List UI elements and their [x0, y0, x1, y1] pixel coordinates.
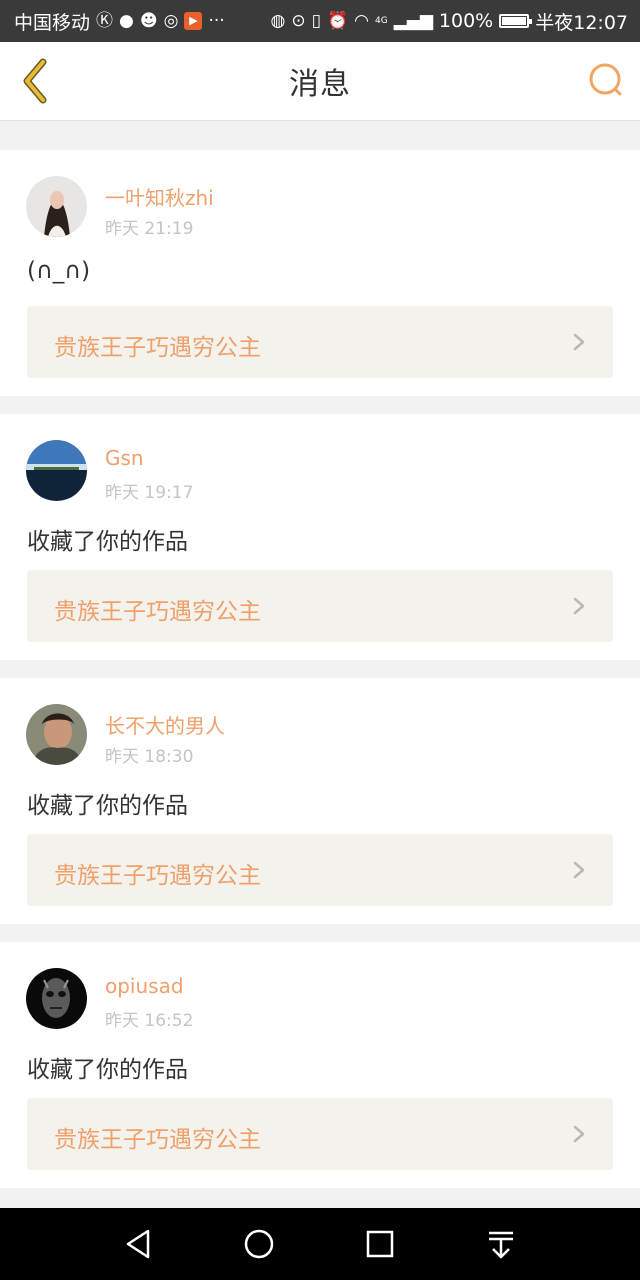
chevron-right-icon [573, 597, 585, 615]
carrier-name: 中国移动 [14, 11, 91, 34]
chevron-left-icon [23, 58, 47, 104]
chevron-right-icon [573, 333, 585, 351]
app-icon: ☻ [139, 10, 158, 31]
list-item: 长不大的男人 昨天 18:30 收藏了你的作品 贵族王子巧遇穷公主 [0, 678, 640, 924]
list-item: 一叶知秋zhi 昨天 21:19 (∩_∩) 贵族王子巧遇穷公主 [0, 150, 640, 396]
clock: 半夜12:07 [535, 11, 628, 34]
chevron-right-icon [573, 1125, 585, 1143]
message-list[interactable]: 一叶知秋zhi 昨天 21:19 (∩_∩) 贵族王子巧遇穷公主 Gsn 昨天 … [0, 121, 640, 1208]
list-item: opiusad 昨天 16:52 收藏了你的作品 贵族王子巧遇穷公主 [0, 942, 640, 1188]
username[interactable]: Gsn [105, 446, 144, 470]
square-recent-icon [366, 1230, 394, 1258]
work-link[interactable]: 贵族王子巧遇穷公主 [27, 1098, 613, 1170]
message-content: 收藏了你的作品 [27, 793, 188, 819]
username[interactable]: 一叶知秋zhi [105, 182, 214, 211]
timestamp: 昨天 18:30 [105, 747, 194, 767]
battery-icon [499, 14, 533, 28]
work-link[interactable]: 贵族王子巧遇穷公主 [27, 570, 613, 642]
app-k-icon: Ⓚ [96, 10, 114, 31]
back-button[interactable] [14, 58, 54, 104]
alarm-icon: ⏰ [326, 10, 349, 31]
vibrate-icon: ▯ [311, 10, 321, 31]
status-bar: 中国移动 Ⓚ ● ☻ ◎ ▶ ··· ◍ ⊙ ▯ ⏰ ◠ 4G ▂▄▆ 100%… [0, 0, 640, 42]
username[interactable]: 长不大的男人 [105, 710, 225, 739]
work-link[interactable]: 贵族王子巧遇穷公主 [27, 834, 613, 906]
wifi-icon: ◠ [354, 10, 369, 31]
page-title: 消息 [289, 67, 351, 102]
app-header: 消息 [0, 42, 640, 121]
timestamp: 昨天 21:19 [105, 219, 194, 239]
username[interactable]: opiusad [105, 974, 184, 998]
work-title: 贵族王子巧遇穷公主 [54, 335, 261, 361]
avatar[interactable] [26, 440, 87, 501]
location-icon: ⊙ [291, 10, 306, 31]
work-title: 贵族王子巧遇穷公主 [54, 1127, 261, 1153]
pull-down-icon [489, 1231, 513, 1259]
avatar[interactable] [26, 704, 87, 765]
battery-percent: 100% [438, 10, 494, 32]
work-link[interactable]: 贵族王子巧遇穷公主 [27, 306, 613, 378]
message-content: 收藏了你的作品 [27, 1057, 188, 1083]
message-content: (∩_∩) [27, 258, 91, 284]
avatar[interactable] [26, 176, 87, 237]
nav-notification-button[interactable] [483, 1226, 519, 1262]
more-icon: ··· [208, 10, 225, 31]
system-nav-bar [0, 1208, 640, 1280]
work-title: 贵族王子巧遇穷公主 [54, 863, 261, 889]
search-button[interactable] [586, 60, 626, 100]
search-icon [589, 63, 622, 96]
nav-recent-button[interactable] [362, 1226, 398, 1262]
work-title: 贵族王子巧遇穷公主 [54, 599, 261, 625]
signal-icon: ▂▄▆ [393, 10, 433, 31]
timestamp: 昨天 16:52 [105, 1011, 194, 1031]
video-app-icon: ▶ [184, 12, 203, 30]
wechat-icon: ● [119, 10, 134, 31]
network-type: 4G [374, 16, 388, 26]
timestamp: 昨天 19:17 [105, 483, 194, 503]
circle-home-icon [244, 1229, 274, 1259]
nav-home-button[interactable] [241, 1226, 277, 1262]
data-saver-icon: ◍ [270, 10, 286, 31]
chevron-right-icon [573, 861, 585, 879]
triangle-back-icon [126, 1229, 150, 1259]
list-item: Gsn 昨天 19:17 收藏了你的作品 贵族王子巧遇穷公主 [0, 414, 640, 660]
nav-back-button[interactable] [120, 1226, 156, 1262]
message-content: 收藏了你的作品 [27, 529, 188, 555]
avatar[interactable] [26, 968, 87, 1029]
weibo-icon: ◎ [163, 10, 179, 31]
